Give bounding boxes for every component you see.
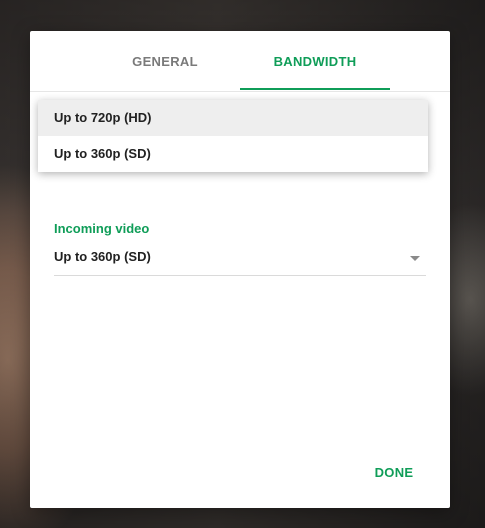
incoming-video-label: Incoming video [54,221,150,236]
dropdown-arrow-icon [410,256,420,261]
tab-bar: GENERAL BANDWIDTH [30,31,450,92]
tab-general[interactable]: GENERAL [90,31,240,91]
incoming-video-select[interactable]: Up to 360p (SD) [54,241,426,276]
settings-dialog: GENERAL BANDWIDTH Up to 720p (HD) Up to … [30,31,450,508]
done-button[interactable]: DONE [364,458,424,488]
menu-item-360p[interactable]: Up to 360p (SD) [38,136,428,172]
incoming-video-value: Up to 360p (SD) [54,249,151,264]
outgoing-video-dropdown-menu: Up to 720p (HD) Up to 360p (SD) [38,100,428,172]
active-tab-indicator [240,88,390,90]
menu-item-720p[interactable]: Up to 720p (HD) [38,100,428,136]
tab-bandwidth[interactable]: BANDWIDTH [240,31,390,91]
